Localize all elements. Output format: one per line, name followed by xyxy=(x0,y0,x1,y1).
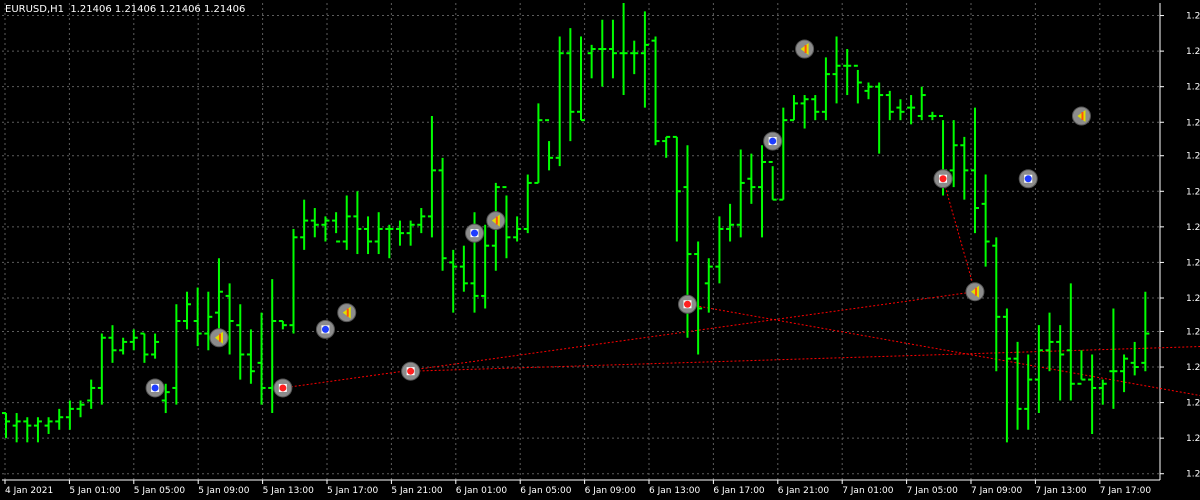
price-chart[interactable]: 1.23470 1.23385 1.23300 1.23215 1.23135 1.230… xyxy=(0,0,1200,500)
sell-marker[interactable] xyxy=(677,294,697,314)
time-tick-label: 5 Jan 21:00 xyxy=(391,486,443,496)
price-tick-label: 1.22630 xyxy=(1186,363,1200,373)
time-tick-label: 5 Jan 01:00 xyxy=(69,486,121,496)
price-tick-label: 1.23385 xyxy=(1186,47,1200,57)
close-marker[interactable] xyxy=(965,282,985,302)
close-marker[interactable] xyxy=(209,328,229,348)
time-tick-label: 7 Jan 01:00 xyxy=(842,486,894,496)
time-tick-label: 5 Jan 05:00 xyxy=(134,486,186,496)
chart-window[interactable]: 1.23470 1.23385 1.23300 1.23215 1.23135 1.230… xyxy=(0,0,1200,500)
buy-marker[interactable] xyxy=(145,378,165,398)
close-marker[interactable] xyxy=(337,303,357,323)
time-tick-label: 5 Jan 13:00 xyxy=(263,486,315,496)
time-tick-label: 4 Jan 2021 xyxy=(5,486,53,496)
time-tick-label: 6 Jan 05:00 xyxy=(520,486,572,496)
price-tick-label: 1.23050 xyxy=(1186,187,1200,197)
symbol-timeframe-label: EURUSD,H1 xyxy=(5,4,65,15)
ohlc-readout: 1.21406 1.21406 1.21406 1.21406 xyxy=(70,4,246,15)
buy-marker[interactable] xyxy=(315,319,335,339)
price-tick-label: 1.22375 xyxy=(1186,470,1200,480)
price-tick-label: 1.23300 xyxy=(1186,83,1200,93)
time-tick-label: 5 Jan 17:00 xyxy=(327,486,379,496)
time-tick-label: 6 Jan 01:00 xyxy=(456,486,508,496)
price-tick-label: 1.22460 xyxy=(1186,434,1200,444)
time-tick-label: 6 Jan 17:00 xyxy=(713,486,765,496)
price-tick-label: 1.22880 xyxy=(1186,258,1200,268)
price-tick-label: 1.22795 xyxy=(1186,294,1200,304)
chart-background xyxy=(0,0,1200,500)
time-tick-label: 7 Jan 17:00 xyxy=(1100,486,1152,496)
time-tick-label: 7 Jan 09:00 xyxy=(971,486,1023,496)
sell-marker[interactable] xyxy=(933,169,953,189)
time-tick-label: 6 Jan 09:00 xyxy=(585,486,637,496)
close-marker[interactable] xyxy=(1071,106,1091,126)
sell-marker[interactable] xyxy=(401,361,421,381)
price-tick-label: 1.22545 xyxy=(1186,399,1200,409)
time-tick-label: 6 Jan 21:00 xyxy=(778,486,830,496)
chart-header: EURUSD,H1 1.21406 1.21406 1.21406 1.2140… xyxy=(5,4,245,15)
time-tick-label: 7 Jan 13:00 xyxy=(1035,486,1087,496)
close-marker[interactable] xyxy=(486,211,506,231)
buy-marker[interactable] xyxy=(763,131,783,151)
buy-marker[interactable] xyxy=(1018,169,1038,189)
price-tick-label: 1.22965 xyxy=(1186,223,1200,233)
price-tick-label: 1.22715 xyxy=(1186,327,1200,337)
time-tick-label: 5 Jan 09:00 xyxy=(198,486,250,496)
price-tick-label: 1.23215 xyxy=(1186,118,1200,128)
price-tick-label: 1.23470 xyxy=(1186,12,1200,22)
sell-marker[interactable] xyxy=(273,378,293,398)
close-marker[interactable] xyxy=(795,39,815,59)
time-tick-label: 7 Jan 05:00 xyxy=(907,486,959,496)
price-tick-label: 1.23135 xyxy=(1186,152,1200,162)
buy-marker[interactable] xyxy=(465,223,485,243)
time-tick-label: 6 Jan 13:00 xyxy=(649,486,701,496)
